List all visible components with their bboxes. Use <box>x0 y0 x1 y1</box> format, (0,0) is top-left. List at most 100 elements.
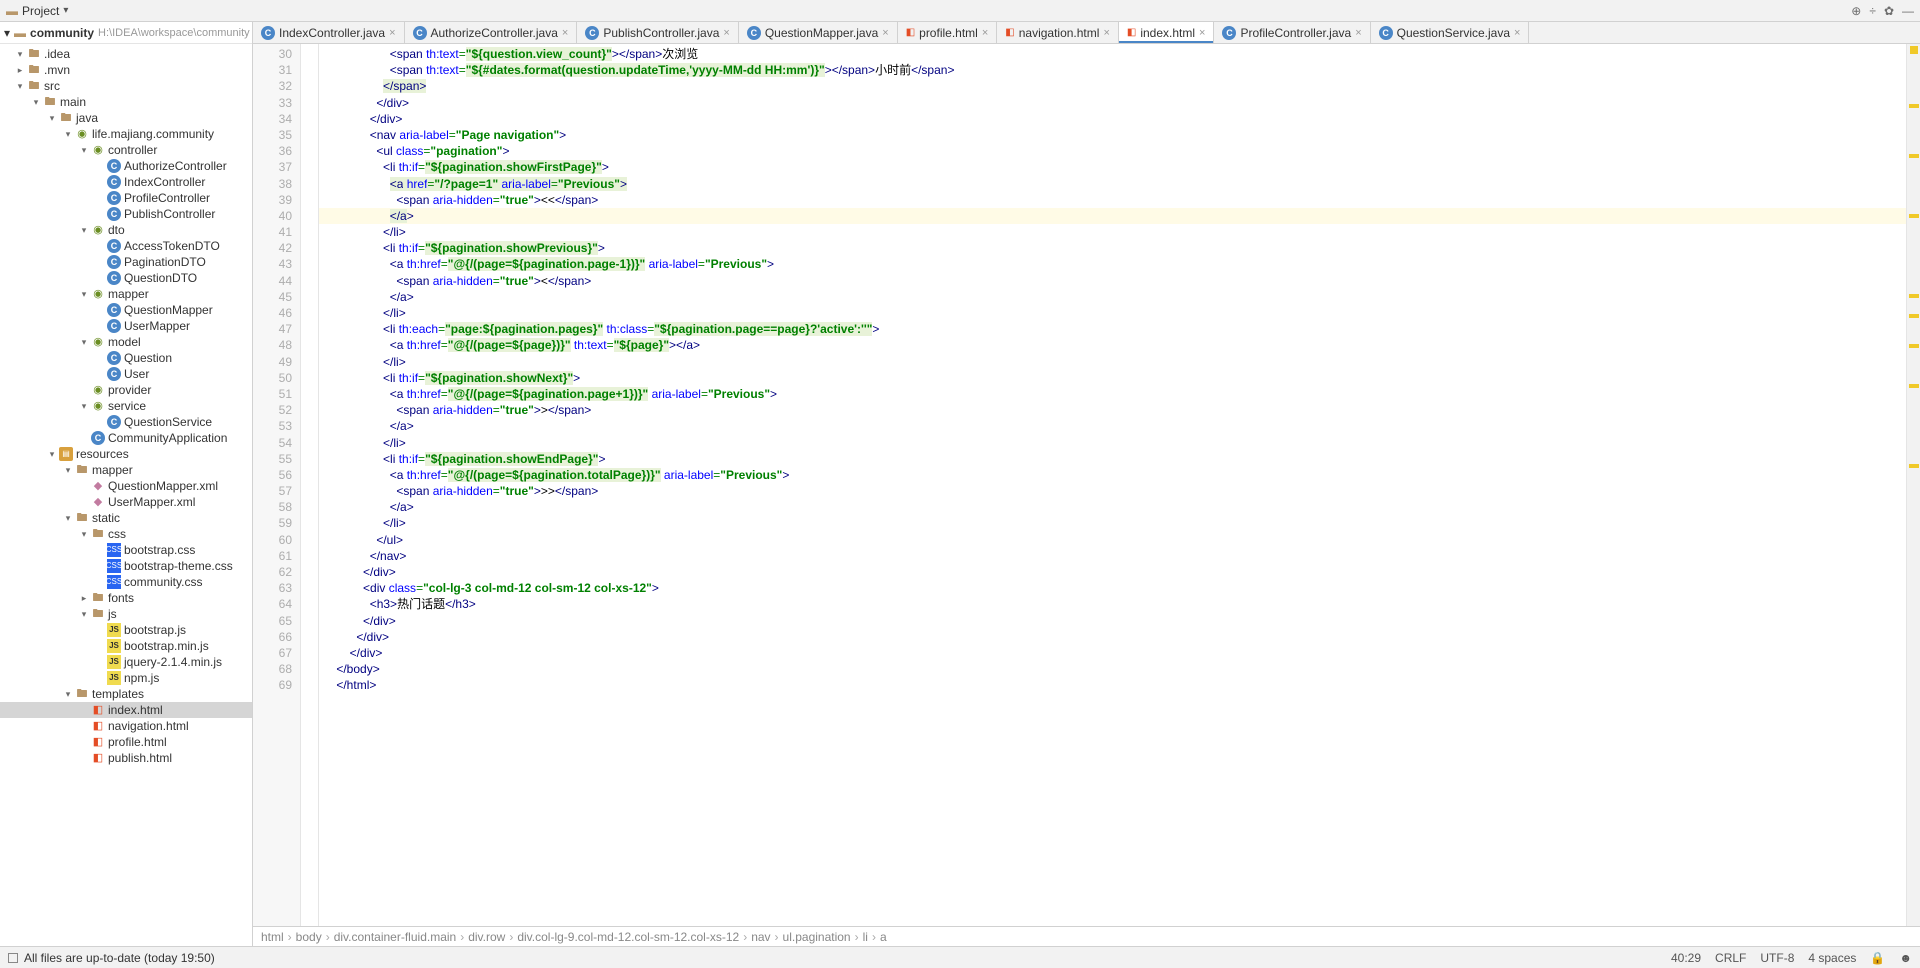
tree-node[interactable]: ▾🖿js <box>0 606 252 622</box>
tree-node[interactable]: ◧profile.html <box>0 734 252 750</box>
chevron-icon[interactable]: ▾ <box>78 398 90 414</box>
code-line[interactable]: </nav> <box>319 548 1906 564</box>
tree-node[interactable]: ▾◉life.majiang.community <box>0 126 252 142</box>
chevron-icon[interactable]: ▾ <box>62 686 74 702</box>
code-line[interactable]: </li> <box>319 435 1906 451</box>
tree-node[interactable]: ▾🖿mapper <box>0 462 252 478</box>
chevron-icon[interactable]: ▾ <box>62 510 74 526</box>
tree-node[interactable]: CAuthorizeController <box>0 158 252 174</box>
code-line[interactable]: </a> <box>319 208 1906 224</box>
editor-tab[interactable]: ◧navigation.html× <box>997 22 1119 43</box>
editor-tab[interactable]: CProfileController.java× <box>1214 22 1370 43</box>
code-line[interactable]: <nav aria-label="Page navigation"> <box>319 127 1906 143</box>
tree-node[interactable]: JSnpm.js <box>0 670 252 686</box>
tree-node[interactable]: CQuestionMapper <box>0 302 252 318</box>
chevron-icon[interactable]: ▾ <box>78 606 90 622</box>
code-line[interactable]: <span aria-hidden="true"><</span> <box>319 273 1906 289</box>
line-separator[interactable]: CRLF <box>1715 951 1746 965</box>
code-line[interactable]: </ul> <box>319 532 1906 548</box>
breadcrumb-item[interactable]: div.container-fluid.main <box>334 930 457 944</box>
code-line[interactable]: </li> <box>319 305 1906 321</box>
tree-node[interactable]: ▾◉mapper <box>0 286 252 302</box>
tree-node[interactable]: ▾🖿templates <box>0 686 252 702</box>
editor-tab[interactable]: ◧index.html× <box>1119 22 1215 43</box>
error-stripe[interactable] <box>1906 44 1920 926</box>
warning-mark[interactable] <box>1909 344 1919 348</box>
tree-node[interactable]: CSScommunity.css <box>0 574 252 590</box>
breadcrumb-item[interactable]: nav <box>751 930 770 944</box>
breadcrumb-item[interactable]: body <box>296 930 322 944</box>
breadcrumb-item[interactable]: ul.pagination <box>783 930 851 944</box>
warning-mark[interactable] <box>1909 154 1919 158</box>
chevron-icon[interactable]: ▾ <box>46 110 58 126</box>
code-content[interactable]: <span th:text="${question.view_count}"><… <box>319 44 1906 926</box>
code-line[interactable]: </li> <box>319 224 1906 240</box>
tree-node[interactable]: ▸🖿.mvn <box>0 62 252 78</box>
minimize-icon[interactable]: — <box>1902 4 1914 18</box>
status-square-icon[interactable] <box>8 953 18 963</box>
tree-node[interactable]: ▾◉model <box>0 334 252 350</box>
breadcrumb-item[interactable]: div.col-lg-9.col-md-12.col-sm-12.col-xs-… <box>517 930 739 944</box>
code-line[interactable]: <li th:if="${pagination.showFirstPage}"> <box>319 159 1906 175</box>
settings-icon[interactable]: ✿ <box>1884 4 1894 18</box>
tree-node[interactable]: ▾🖿src <box>0 78 252 94</box>
tree-node[interactable]: ▾🖿java <box>0 110 252 126</box>
code-line[interactable]: </a> <box>319 289 1906 305</box>
tree-node[interactable]: ▾◉dto <box>0 222 252 238</box>
code-line[interactable]: </div> <box>319 645 1906 661</box>
code-line[interactable]: <li th:if="${pagination.showEndPage}"> <box>319 451 1906 467</box>
code-line[interactable]: <li th:if="${pagination.showPrevious}"> <box>319 240 1906 256</box>
close-icon[interactable]: × <box>389 27 395 39</box>
chevron-icon[interactable]: ▾ <box>62 462 74 478</box>
code-line[interactable]: </a> <box>319 499 1906 515</box>
editor-tab[interactable]: CPublishController.java× <box>577 22 739 43</box>
code-line[interactable]: <li th:each="page:${pagination.pages}" t… <box>319 321 1906 337</box>
tree-node[interactable]: CUserMapper <box>0 318 252 334</box>
code-line[interactable]: </span> <box>319 78 1906 94</box>
code-line[interactable]: <ul class="pagination"> <box>319 143 1906 159</box>
code-line[interactable]: <span aria-hidden="true"><<</span> <box>319 192 1906 208</box>
warning-mark[interactable] <box>1909 214 1919 218</box>
close-icon[interactable]: × <box>1199 27 1205 39</box>
code-line[interactable]: <a th:href="@{/(page=${page})}" th:text=… <box>319 337 1906 353</box>
code-line[interactable]: </html> <box>319 677 1906 693</box>
chevron-icon[interactable]: ▾ <box>78 334 90 350</box>
tree-node[interactable]: ◉provider <box>0 382 252 398</box>
editor-tab[interactable]: ◧profile.html× <box>898 22 998 43</box>
warning-mark[interactable] <box>1909 464 1919 468</box>
caret-position[interactable]: 40:29 <box>1671 951 1701 965</box>
tree-node[interactable]: ▾🖿static <box>0 510 252 526</box>
code-line[interactable]: </div> <box>319 613 1906 629</box>
breadcrumb-item[interactable]: li <box>863 930 868 944</box>
tree-node[interactable]: ◆QuestionMapper.xml <box>0 478 252 494</box>
project-label[interactable]: Project <box>22 4 59 18</box>
close-icon[interactable]: × <box>723 27 729 39</box>
editor-tab[interactable]: CQuestionMapper.java× <box>739 22 898 43</box>
editor-tab[interactable]: CAuthorizeController.java× <box>405 22 578 43</box>
code-line[interactable]: </li> <box>319 515 1906 531</box>
chevron-icon[interactable]: ▸ <box>14 62 26 78</box>
tree-node[interactable]: CProfileController <box>0 190 252 206</box>
chevron-icon[interactable]: ▾ <box>78 286 90 302</box>
warning-mark[interactable] <box>1909 104 1919 108</box>
code-line[interactable]: </div> <box>319 111 1906 127</box>
file-tree[interactable]: ▾🖿.idea▸🖿.mvn▾🖿src▾🖿main▾🖿java▾◉life.maj… <box>0 44 252 946</box>
chevron-icon[interactable]: ▾ <box>30 94 42 110</box>
lock-icon[interactable]: 🔒 <box>1870 951 1885 965</box>
chevron-icon[interactable]: ▾ <box>78 222 90 238</box>
chevron-icon[interactable]: ▾ <box>62 126 74 142</box>
file-encoding[interactable]: UTF-8 <box>1760 951 1794 965</box>
close-icon[interactable]: × <box>1103 27 1109 39</box>
code-line[interactable]: <a href="/?page=1" aria-label="Previous"… <box>319 176 1906 192</box>
editor-tab[interactable]: CIndexController.java× <box>253 22 405 43</box>
tree-node[interactable]: CQuestionDTO <box>0 270 252 286</box>
warning-mark[interactable] <box>1909 294 1919 298</box>
close-icon[interactable]: × <box>562 27 568 39</box>
tree-node[interactable]: CSSbootstrap.css <box>0 542 252 558</box>
code-line[interactable]: <span aria-hidden="true">></span> <box>319 402 1906 418</box>
tree-node[interactable]: CQuestionService <box>0 414 252 430</box>
tree-node[interactable]: ◆UserMapper.xml <box>0 494 252 510</box>
tree-node[interactable]: ▾◉controller <box>0 142 252 158</box>
close-icon[interactable]: × <box>1355 27 1361 39</box>
breadcrumb[interactable]: html›body›div.container-fluid.main›div.r… <box>253 926 1920 946</box>
